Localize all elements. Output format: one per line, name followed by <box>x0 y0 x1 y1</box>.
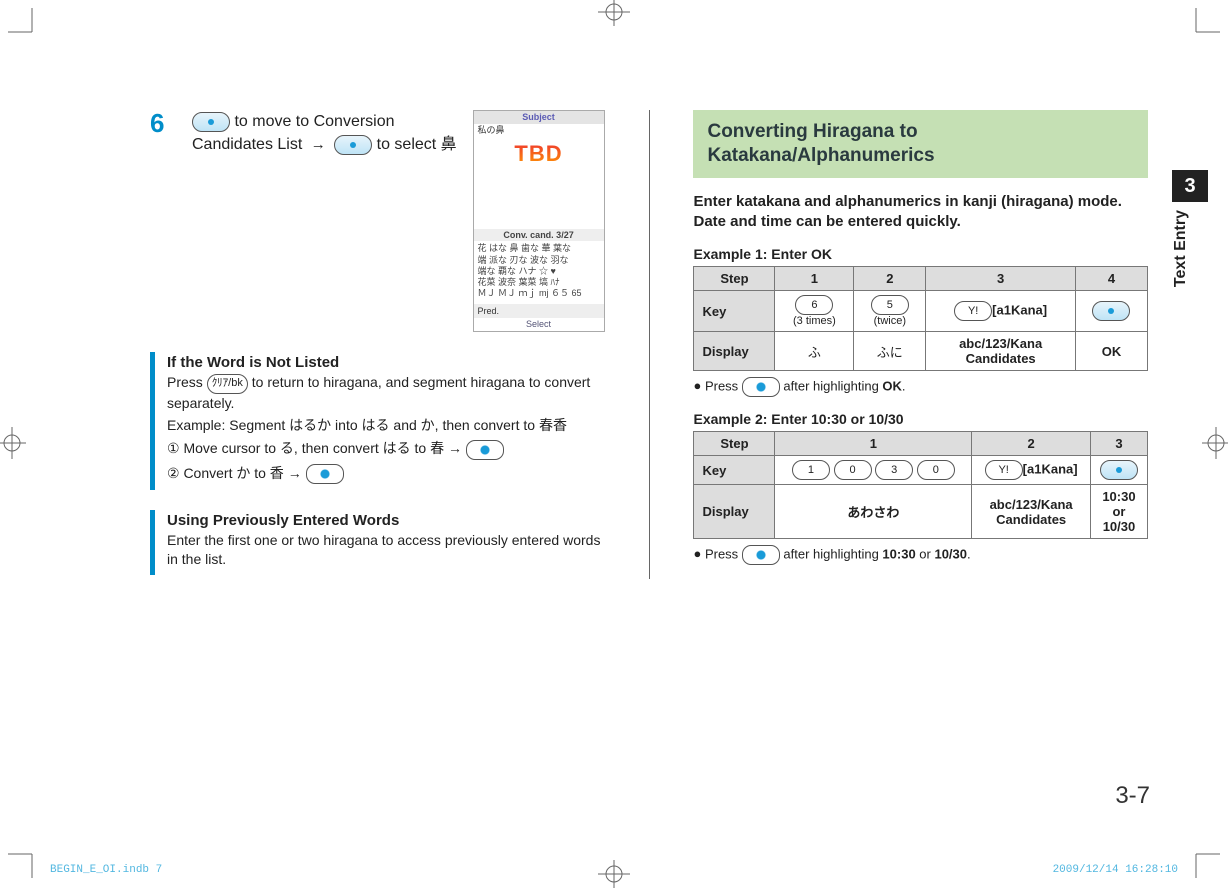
digit-key-icon: 6 <box>795 295 833 315</box>
phone-screenshot: Subject 私の鼻 TBD Conv. cand. 3/27 花 はな 鼻 … <box>473 110 605 332</box>
crop-mark-icon <box>1184 842 1220 878</box>
footer-timestamp: 2009/12/14 16:28:10 <box>1053 864 1178 876</box>
phone-pred: Pred. <box>478 306 500 317</box>
arrow-icon: → <box>307 134 330 156</box>
digit-key-icon: 0 <box>917 460 955 480</box>
nav-dpad-icon <box>334 135 372 155</box>
register-mark-icon <box>0 413 26 473</box>
crop-mark-icon <box>8 842 44 878</box>
center-key-icon <box>306 464 344 484</box>
column-divider <box>649 110 650 579</box>
note-box: Using Previously Entered Words Enter the… <box>150 510 605 575</box>
note-text: Example: Segment はるか into はる and か, then… <box>167 416 605 435</box>
note-heading: Using Previously Entered Words <box>167 512 605 529</box>
yahoo-key-icon: Y! <box>954 301 992 321</box>
example1-table: Step 1 2 3 4 Key 6 (3 times) 5 <box>693 266 1148 371</box>
note-heading: If the Word is Not Listed <box>167 354 605 371</box>
note-text: ① Move cursor to る, then convert はる to 春… <box>167 440 466 456</box>
note-text: Enter the first one or two hiragana to a… <box>167 531 605 569</box>
left-column: 6 to move to Conversion Candidates List … <box>150 110 605 575</box>
print-footer: BEGIN_E_OI.indb 7 2009/12/14 16:28:10 <box>50 864 1178 876</box>
section-lead: Enter katakana and alphanumerics in kanj… <box>693 192 1148 233</box>
example-title: Example 2: Enter 10:30 or 10/30 <box>693 411 1148 427</box>
phone-conv-bar: Conv. cand. 3/27 <box>474 229 604 242</box>
phone-candidates: 花 はな 鼻 歯な 華 葉な 端 派な 刃な 波な 羽な 端な 覇な ハナ ☆ … <box>474 241 604 303</box>
footer-file: BEGIN_E_OI.indb 7 <box>50 864 162 876</box>
example1-note: Press after highlighting OK. <box>693 377 1148 397</box>
yahoo-key-icon: Y! <box>985 460 1023 480</box>
center-key-icon <box>742 545 780 565</box>
nav-dpad-icon <box>1092 301 1130 321</box>
right-column: Converting Hiragana to Katakana/Alphanum… <box>693 110 1148 579</box>
center-key-icon <box>742 377 780 397</box>
nav-dpad-icon <box>1100 460 1138 480</box>
crop-mark-icon <box>8 8 44 44</box>
note-text: Press <box>167 374 207 390</box>
page-number: 3-7 <box>1115 782 1150 810</box>
example2-table: Step 1 2 3 Key 1 0 3 0 <box>693 431 1148 539</box>
step-row: 6 to move to Conversion Candidates List … <box>150 110 605 332</box>
nav-dpad-icon <box>192 112 230 132</box>
center-key-icon <box>466 440 504 460</box>
note-box: If the Word is Not Listed Press ｸﾘｱ/bk t… <box>150 352 605 490</box>
clear-key-icon: ｸﾘｱ/bk <box>207 374 248 394</box>
digit-key-icon: 1 <box>792 460 830 480</box>
phone-entered: 私の鼻 <box>474 124 604 137</box>
example-title: Example 1: Enter OK <box>693 246 1148 262</box>
register-mark-icon <box>1202 413 1228 473</box>
section-heading: Converting Hiragana to Katakana/Alphanum… <box>693 110 1148 178</box>
digit-key-icon: 5 <box>871 295 909 315</box>
digit-key-icon: 0 <box>834 460 872 480</box>
register-mark-icon <box>584 0 644 26</box>
crop-mark-icon <box>1184 8 1220 44</box>
phone-title: Subject <box>474 111 604 124</box>
step-number: 6 <box>150 110 178 136</box>
step-text: 鼻 <box>441 136 457 153</box>
example2-note: Press after highlighting 10:30 or 10/30. <box>693 545 1148 565</box>
digit-key-icon: 3 <box>875 460 913 480</box>
step-text: to select <box>372 136 440 153</box>
phone-tbd: TBD <box>478 141 600 167</box>
note-text: ② Convert か to 香 → <box>167 465 306 481</box>
phone-select: Select <box>474 318 604 331</box>
